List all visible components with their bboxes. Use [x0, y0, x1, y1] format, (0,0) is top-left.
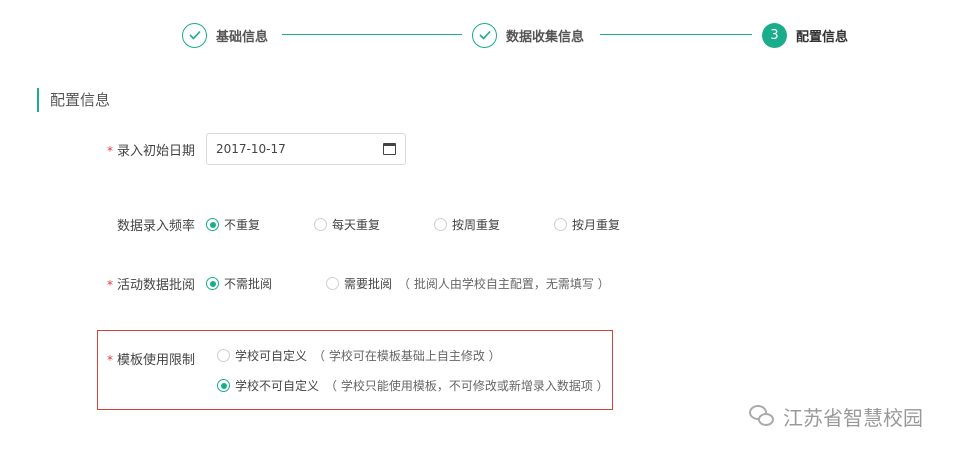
step-basic-info[interactable]: 基础信息: [182, 22, 268, 48]
template-option-fixed[interactable]: 学校不可自定义 （ 学校只能使用模板，不可修改或新增录入数据项 ）: [217, 377, 609, 394]
watermark: 江苏省智慧校园: [749, 402, 923, 431]
template-fixed-hint: （ 学校只能使用模板，不可修改或新增录入数据项 ）: [325, 379, 609, 393]
section-title: 配置信息: [37, 88, 110, 112]
step-number: 3: [762, 22, 787, 48]
radio-icon[interactable]: [326, 277, 339, 290]
required-marker: *: [106, 278, 113, 292]
step-label: 数据收集信息: [506, 29, 585, 45]
frequency-label: 数据录入频率: [116, 219, 195, 234]
radio-selected-icon[interactable]: [206, 218, 219, 231]
progress-steps: 基础信息 数据收集信息 3 配置信息: [182, 22, 862, 48]
radio-selected-icon[interactable]: [217, 379, 230, 392]
step-config-info[interactable]: 3 配置信息: [762, 22, 848, 48]
wechat-icon: [749, 404, 775, 429]
step-label: 基础信息: [216, 29, 269, 45]
step-data-collection[interactable]: 数据收集信息: [472, 22, 584, 48]
start-date-label: 录入初始日期: [116, 143, 195, 159]
frequency-option-none[interactable]: 不重复: [206, 216, 314, 233]
step-connector: [282, 34, 462, 35]
start-date-value: 2017-10-17: [216, 142, 286, 156]
start-date-input[interactable]: 2017-10-17: [206, 133, 406, 165]
radio-icon[interactable]: [434, 218, 447, 231]
highlight-box: [97, 330, 613, 410]
required-marker: *: [106, 353, 113, 367]
review-row: * 活动数据批阅 不需批阅 需要批阅 （ 批阅人由学校自主配置，无需填写 ）: [0, 274, 610, 293]
frequency-option-monthly[interactable]: 按月重复: [554, 216, 620, 233]
template-option-custom[interactable]: 学校可自定义 （ 学校可在模板基础上自主修改 ）: [217, 347, 501, 364]
required-marker: *: [106, 143, 113, 158]
calendar-icon[interactable]: [383, 143, 396, 155]
radio-icon[interactable]: [554, 218, 567, 231]
checkmark-icon: [182, 22, 207, 48]
start-date-row: * 录入初始日期 2017-10-17: [0, 133, 406, 165]
frequency-option-daily[interactable]: 每天重复: [314, 216, 434, 233]
template-row: * 模板使用限制: [0, 349, 206, 368]
template-custom-hint: （ 学校可在模板基础上自主修改 ）: [313, 349, 501, 363]
checkmark-icon: [472, 22, 497, 48]
watermark-text: 江苏省智慧校园: [783, 406, 923, 430]
review-option-needed[interactable]: 需要批阅: [326, 275, 392, 292]
frequency-option-weekly[interactable]: 按周重复: [434, 216, 554, 233]
radio-icon[interactable]: [314, 218, 327, 231]
template-label: 模板使用限制: [116, 353, 195, 368]
review-hint: （ 批阅人由学校自主配置，无需填写 ）: [398, 277, 610, 291]
review-label: 活动数据批阅: [116, 278, 195, 293]
review-option-not-needed[interactable]: 不需批阅: [206, 275, 326, 292]
step-connector: [600, 34, 752, 35]
radio-selected-icon[interactable]: [206, 277, 219, 290]
radio-icon[interactable]: [217, 349, 230, 362]
frequency-row: 数据录入频率 不重复 每天重复 按周重复 按月重复: [0, 215, 620, 234]
step-label: 配置信息: [796, 29, 849, 45]
